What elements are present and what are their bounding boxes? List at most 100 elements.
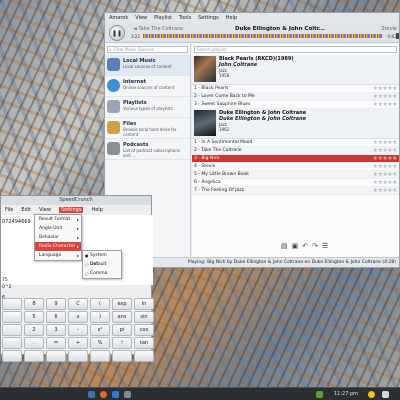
search-playlist-input[interactable]: Search playlist xyxy=(194,46,397,53)
progress-slider[interactable] xyxy=(143,34,383,38)
menu-settings[interactable]: Settings xyxy=(198,15,219,21)
calculator-key[interactable]: 6 xyxy=(46,311,66,323)
rating-stars[interactable]: ★★★★★ xyxy=(373,101,398,109)
browser-icon[interactable] xyxy=(100,391,107,398)
calculator-key[interactable]: C xyxy=(68,298,88,310)
calculator-key[interactable]: 2 xyxy=(24,324,44,336)
menu-tools[interactable]: Tools xyxy=(179,15,191,21)
menu-item-angle-unit[interactable]: Angle Unit ▸ xyxy=(35,224,81,233)
calculator-key[interactable]: cos xyxy=(134,324,154,336)
calculator-key[interactable] xyxy=(2,298,22,310)
source-local-music[interactable]: Local Music Local sources of content xyxy=(105,55,190,76)
playlist-track[interactable]: 2 - Take The Coltrane ★★★★★ xyxy=(192,147,399,155)
playlist-track[interactable]: 2 - Lover Come Back to Me ★★★★★ xyxy=(192,93,399,101)
playlist-track[interactable]: 1 - Black Pearls ★★★★★ xyxy=(192,85,399,93)
calculator-key[interactable]: sin xyxy=(134,311,154,323)
calculator-key[interactable]: exp xyxy=(112,298,132,310)
calculator-key[interactable]: ( xyxy=(90,298,110,310)
radix-option-comma[interactable]: ○ Comma xyxy=(83,269,121,278)
calculator-key[interactable] xyxy=(68,350,88,362)
calculator-key[interactable]: ! xyxy=(112,337,132,349)
menu-item-radix-character[interactable]: Radix Character ▸ xyxy=(35,242,81,251)
amarok-taskbar-icon[interactable] xyxy=(112,391,119,398)
track-title: 5 - My Little Brown Book xyxy=(194,172,249,177)
rating-stars[interactable]: ★★★★★ xyxy=(373,179,398,187)
system-tray-icon[interactable] xyxy=(316,391,323,398)
calculator-key[interactable] xyxy=(46,350,66,362)
next-track-label[interactable]: Stevie xyxy=(381,26,397,32)
calculator-key[interactable]: = xyxy=(46,337,66,349)
calculator-key[interactable]: ) xyxy=(90,311,110,323)
playlist-track[interactable]: 6 - Angelica ★★★★★ xyxy=(192,179,399,187)
calculator-key[interactable]: 8 xyxy=(24,298,44,310)
source-playlists[interactable]: Playlists Various types of playlists xyxy=(105,97,190,118)
menu-help[interactable]: Help xyxy=(226,15,237,21)
calculator-key[interactable]: - xyxy=(68,324,88,336)
menu-help[interactable]: Help xyxy=(91,207,102,213)
calculator-key[interactable]: 5 xyxy=(24,311,44,323)
rating-stars[interactable]: ★★★★★ xyxy=(373,155,398,163)
menu-item-label: Result Format xyxy=(39,217,71,222)
calculator-key[interactable] xyxy=(134,350,154,362)
save-playlist-icon[interactable]: ▣ xyxy=(292,242,299,250)
undo-icon[interactable]: ↶ xyxy=(302,242,308,250)
chevron-right-icon: ▸ xyxy=(76,244,79,249)
menu-item-result-format[interactable]: Result Format ▸ xyxy=(35,215,81,224)
calculator-key[interactable] xyxy=(90,350,110,362)
calculator-key[interactable]: x² xyxy=(90,324,110,336)
previous-track-label[interactable]: ◄ Take The Coltrane xyxy=(133,26,183,32)
menu-file[interactable]: File xyxy=(5,207,13,213)
pause-button[interactable]: ❚❚ xyxy=(109,25,125,41)
rating-stars[interactable]: ★★★★★ xyxy=(373,85,398,93)
menu-item-language[interactable]: Language ▸ xyxy=(35,251,81,260)
calculator-key[interactable] xyxy=(2,337,22,349)
menu-settings[interactable]: Settings xyxy=(58,206,84,213)
calculator-key[interactable]: ln xyxy=(134,298,154,310)
source-podcasts[interactable]: Podcasts List of podcast subscriptions a… xyxy=(105,139,190,160)
show-desktop-icon[interactable] xyxy=(382,391,389,398)
menu-amarok[interactable]: Amarok xyxy=(109,15,128,21)
calculator-key[interactable] xyxy=(24,350,44,362)
menu-playlist[interactable]: Playlist xyxy=(154,15,172,21)
menu-view[interactable]: View xyxy=(39,207,51,213)
menu-edit[interactable]: Edit xyxy=(21,207,31,213)
playlist-track[interactable]: 3 - Sweet Sapphire Blues ★★★★★ xyxy=(192,101,399,109)
calculator-key[interactable] xyxy=(112,350,132,362)
rating-stars[interactable]: ★★★★★ xyxy=(373,93,398,101)
radix-option-system-default[interactable]: ● System Default xyxy=(83,251,121,267)
playlist-track[interactable]: 5 - My Little Brown Book ★★★★★ xyxy=(192,171,399,179)
calculator-key[interactable]: tan xyxy=(134,337,154,349)
calculator-key[interactable]: % xyxy=(90,337,110,349)
calculator-key[interactable]: pi xyxy=(112,324,132,336)
menu-view[interactable]: View xyxy=(135,15,147,21)
rating-stars[interactable]: ★★★★★ xyxy=(373,171,398,179)
notification-icon[interactable] xyxy=(368,391,375,398)
redo-icon[interactable]: ↷ xyxy=(312,242,318,250)
speedcrunch-taskbar-icon[interactable] xyxy=(124,391,131,398)
playlist-track[interactable]: 1 - In A Sentimental Mood ★★★★★ xyxy=(192,139,399,147)
calculator-key[interactable]: + xyxy=(68,337,88,349)
source-files[interactable]: Files Browse local hard drive for conten… xyxy=(105,118,190,139)
calculator-key[interactable]: 3 xyxy=(46,324,66,336)
rating-stars[interactable]: ★★★★★ xyxy=(373,187,398,195)
app-launcher-icon[interactable] xyxy=(88,391,95,398)
calculator-key[interactable]: 9 xyxy=(46,298,66,310)
filter-sources-input[interactable]: ⌕ Filter Music Sources xyxy=(107,46,188,53)
source-internet[interactable]: Internet Online sources of content xyxy=(105,76,190,97)
rating-stars[interactable]: ★★★★★ xyxy=(373,163,398,171)
radix-option-dot[interactable]: ○ Dot xyxy=(83,260,121,269)
menu-item-behavior[interactable]: Behavior ▸ xyxy=(35,233,81,242)
calculator-key[interactable]: ans xyxy=(112,311,132,323)
playlist-track[interactable]: 7 - The Feeling Of Jazz ★★★★★ xyxy=(192,187,399,195)
clear-playlist-icon[interactable]: ▤ xyxy=(281,242,288,250)
calculator-key[interactable]: . xyxy=(24,337,44,349)
rating-stars[interactable]: ★★★★★ xyxy=(373,147,398,155)
calculator-key[interactable] xyxy=(2,311,22,323)
rating-stars[interactable]: ★★★★★ xyxy=(373,139,398,147)
playlist-track[interactable]: 4 - Stevie ★★★★★ xyxy=(192,163,399,171)
calculator-key[interactable] xyxy=(2,350,22,362)
calculator-key[interactable]: x xyxy=(68,311,88,323)
queue-icon[interactable]: ☰ xyxy=(322,242,328,250)
playlist-track-playing[interactable]: 3 - Big Nick ★★★★★ xyxy=(192,155,399,163)
calculator-key[interactable] xyxy=(2,324,22,336)
